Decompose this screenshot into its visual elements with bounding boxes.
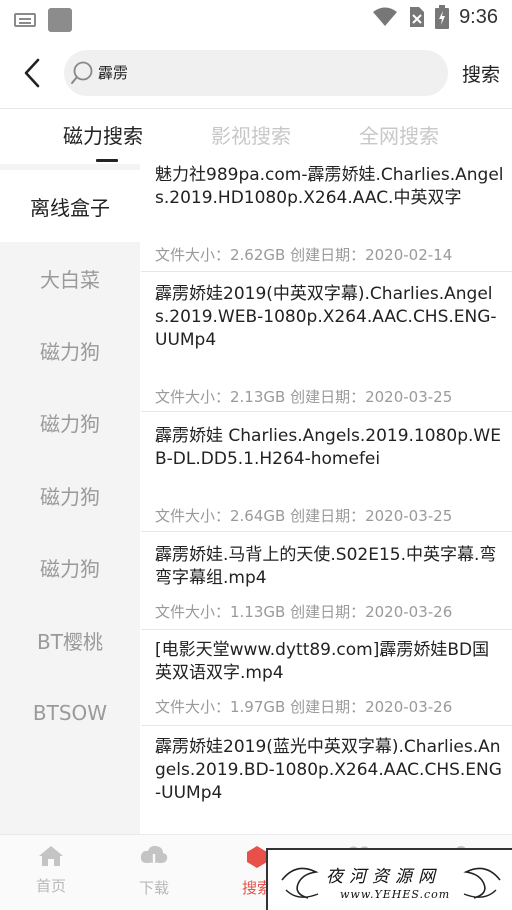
divider <box>0 108 512 109</box>
result-title: 霹雳娇娃2019(中英双字幕).Charlies.Angels.2019.WEB… <box>155 284 497 350</box>
list-item[interactable]: 霹雳娇娃2019(蓝光中英双字幕).Charlies.Angels.2019.B… <box>141 726 512 834</box>
search-button[interactable]: 搜索 <box>462 60 500 87</box>
nav-download[interactable]: 下载 <box>109 845 199 898</box>
list-item[interactable]: 魅力社989pa.com-霹雳娇娃.Charlies.Angels.2019.H… <box>141 164 512 272</box>
source-item-btsow[interactable]: BTSOW <box>0 677 140 749</box>
app-notification-icon <box>48 8 72 32</box>
back-arrow-icon[interactable] <box>18 56 48 90</box>
search-icon <box>71 61 93 84</box>
tab-magnet-search[interactable]: 磁力搜索 <box>63 120 143 149</box>
source-item-cililgou-2[interactable]: 磁力狗 <box>0 386 140 458</box>
result-list: 魅力社989pa.com-霹雳娇娃.Charlies.Angels.2019.H… <box>141 164 512 834</box>
list-item[interactable]: 霹雳娇娃 Charlies.Angels.2019.1080p.WEB-DL.D… <box>141 412 512 532</box>
source-item-bt-cherry[interactable]: BT樱桃 <box>0 604 140 676</box>
source-item-dabaicai[interactable]: 大白菜 <box>0 242 140 314</box>
result-meta: 文件大小：2.64GB 创建日期：2020-03-25 <box>155 507 453 525</box>
result-meta: 文件大小：1.97GB 创建日期：2020-03-26 <box>155 698 453 716</box>
nav-home-label: 首页 <box>35 877 66 895</box>
status-bar: 9:36 <box>0 0 512 36</box>
download-icon <box>140 845 168 869</box>
list-item[interactable]: 霹雳娇娃2019(中英双字幕).Charlies.Angels.2019.WEB… <box>141 272 512 412</box>
search-type-tabs: 磁力搜索 影视搜索 全网搜索 <box>0 110 512 164</box>
active-tab-indicator <box>96 159 118 162</box>
list-item[interactable]: 霹雳娇娃.马背上的天使.S02E15.中英字幕.弯弯字幕组.mp4 文件大小：1… <box>141 532 512 630</box>
list-item[interactable]: [电影天堂www.dytt89.com]霹雳娇娃BD国英双语双字.mp4 文件大… <box>141 630 512 726</box>
result-meta: 文件大小：1.13GB 创建日期：2020-03-26 <box>155 603 453 621</box>
search-header: 霹雳 搜索 <box>0 38 512 108</box>
home-icon <box>39 846 63 866</box>
result-meta: 文件大小：2.62GB 创建日期：2020-02-14 <box>155 246 453 264</box>
battery-icon <box>435 5 450 29</box>
result-title: 魅力社989pa.com-霹雳娇娃.Charlies.Angels.2019.H… <box>155 165 504 208</box>
source-item-offline-box[interactable]: 离线盒子 <box>0 170 140 242</box>
tab-video-search[interactable]: 影视搜索 <box>211 120 291 149</box>
source-sidebar: 离线盒子 大白菜 磁力狗 磁力狗 磁力狗 磁力狗 BT樱桃 BTSOW <box>0 164 140 834</box>
source-item-cililgou-1[interactable]: 磁力狗 <box>0 314 140 386</box>
keyboard-icon <box>14 13 36 27</box>
result-title: 霹雳娇娃 Charlies.Angels.2019.1080p.WEB-DL.D… <box>155 426 501 469</box>
result-meta: 文件大小：2.13GB 创建日期：2020-03-25 <box>155 388 453 406</box>
status-time: 9:36 <box>459 5 498 28</box>
no-sim-icon <box>410 7 425 27</box>
watermark-text: 夜河资源网 <box>326 867 441 887</box>
source-item-cililgou-4[interactable]: 磁力狗 <box>0 531 140 603</box>
wifi-icon <box>373 7 398 26</box>
search-input[interactable]: 霹雳 <box>64 50 448 96</box>
watermark-logo: 夜河资源网 www.YEHES.com <box>266 848 512 910</box>
nav-home[interactable]: 首页 <box>6 845 96 896</box>
result-title: 霹雳娇娃2019(蓝光中英双字幕).Charlies.Angels.2019.B… <box>155 737 502 803</box>
result-title: 霹雳娇娃.马背上的天使.S02E15.中英字幕.弯弯字幕组.mp4 <box>155 545 497 588</box>
tab-web-search[interactable]: 全网搜索 <box>359 120 439 149</box>
watermark-url: www.YEHES.com <box>340 888 451 901</box>
search-query-text: 霹雳 <box>98 64 129 82</box>
nav-download-label: 下载 <box>138 879 169 897</box>
result-title: [电影天堂www.dytt89.com]霹雳娇娃BD国英双语双字.mp4 <box>155 640 490 683</box>
source-item-cililgou-3[interactable]: 磁力狗 <box>0 459 140 531</box>
